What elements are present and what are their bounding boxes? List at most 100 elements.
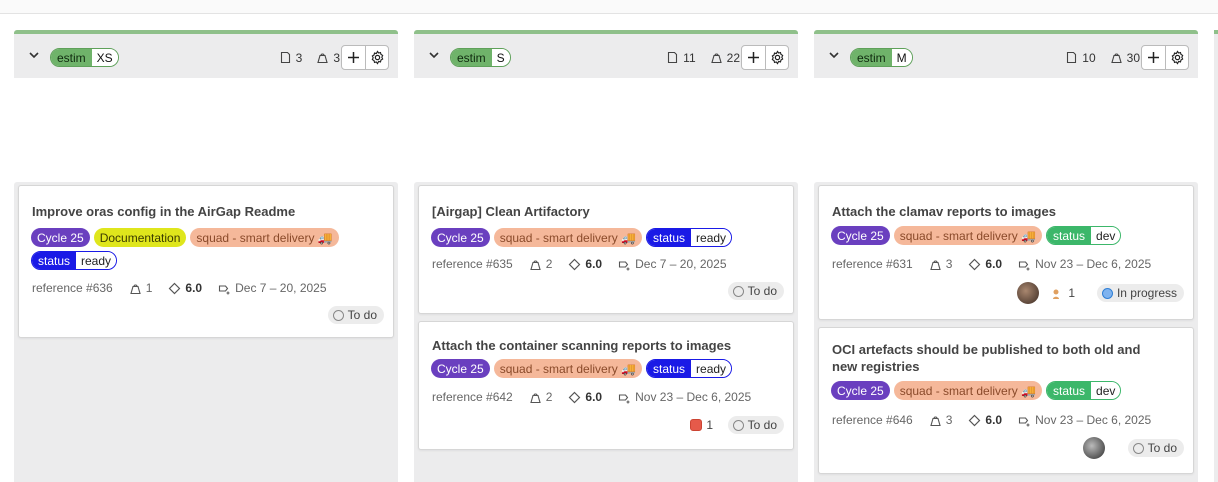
estim-scoped-label[interactable]: estim S	[450, 48, 511, 67]
column-settings-button[interactable]	[765, 46, 788, 69]
card-reference[interactable]: reference #646	[832, 413, 913, 427]
issue-count: 3	[295, 50, 303, 65]
plus-icon	[348, 52, 359, 63]
weight-icon	[530, 260, 541, 270]
chevron-down-icon[interactable]	[827, 48, 841, 62]
estimate-icon	[969, 414, 981, 426]
label-squad[interactable]: squad - smart delivery 🚚	[893, 381, 1043, 400]
column-stats: 11 22	[666, 48, 740, 67]
weight-icon	[317, 53, 329, 64]
estimate-icon	[169, 282, 181, 294]
label-squad[interactable]: squad - smart delivery 🚚	[493, 228, 643, 247]
label-status[interactable]: status ready	[646, 359, 733, 378]
issue-card[interactable]: Attach the clamav reports to images Cycl…	[818, 185, 1194, 320]
card-title[interactable]: OCI artefacts should be published to bot…	[832, 341, 1162, 375]
label-status-value: ready	[691, 360, 732, 377]
issue-icon	[280, 51, 290, 64]
board-column-partial	[1214, 30, 1218, 482]
add-issue-button[interactable]	[742, 46, 765, 69]
weight-total: 30	[1126, 50, 1140, 65]
card-meta: reference #636 1 6.0 Dec 7 – 20, 2025	[32, 281, 327, 295]
label-status-value: ready	[691, 229, 732, 246]
weight-icon	[930, 260, 941, 270]
milestone-icon	[619, 393, 630, 403]
label-status-key: status	[1047, 382, 1092, 399]
board-column-m: estim M 10 30 Attach the clamav reports …	[814, 30, 1198, 482]
weight-icon	[130, 284, 141, 294]
card-status-badge[interactable]: To do	[727, 282, 784, 300]
column-header: estim XS 3 3	[14, 30, 398, 78]
blocked-indicator[interactable]: 1	[690, 418, 713, 432]
card-assignees[interactable]	[1083, 437, 1105, 459]
card-dates: Dec 7 – 20, 2025	[635, 257, 727, 271]
issue-card[interactable]: [Airgap] Clean Artifactory Cycle 25 squa…	[418, 185, 794, 314]
add-issue-button[interactable]	[1142, 46, 1165, 69]
label-cycle[interactable]: Cycle 25	[431, 228, 490, 247]
issue-card[interactable]: Improve oras config in the AirGap Readme…	[18, 185, 394, 338]
card-status-badge[interactable]: To do	[727, 416, 784, 434]
card-reference[interactable]: reference #636	[32, 281, 113, 295]
card-meta: reference #635 2 6.0 Dec 7 – 20, 2025	[432, 257, 727, 271]
issue-icon	[1067, 51, 1077, 64]
card-weight: 3	[945, 413, 953, 427]
card-status-badge[interactable]: To do	[327, 306, 384, 324]
card-labels: Cycle 25 squad - smart delivery 🚚 status…	[831, 226, 1181, 245]
card-meta: reference #631 3 6.0 Nov 23 – Dec 6, 202…	[832, 257, 1151, 271]
participants-icon	[1053, 289, 1060, 299]
estim-scoped-label[interactable]: estim M	[850, 48, 913, 67]
column-actions	[341, 45, 389, 70]
card-reference[interactable]: reference #631	[832, 257, 913, 271]
issue-count: 11	[683, 50, 696, 65]
board-column-s: estim S 11 22 [Airgap] Clean Artifactory…	[414, 30, 798, 482]
label-cycle[interactable]: Cycle 25	[831, 381, 890, 400]
label-status[interactable]: status ready	[646, 228, 733, 247]
estim-scoped-label[interactable]: estim XS	[50, 48, 119, 67]
card-title[interactable]: Attach the clamav reports to images	[832, 203, 1172, 220]
chevron-down-icon[interactable]	[27, 48, 41, 62]
issue-card[interactable]: Attach the container scanning reports to…	[418, 321, 794, 450]
weight-icon	[710, 53, 722, 64]
label-squad[interactable]: squad - smart delivery 🚚	[893, 226, 1043, 245]
card-title[interactable]: Attach the container scanning reports to…	[432, 337, 772, 354]
card-status-text: To do	[747, 418, 777, 432]
blocked-count: 1	[706, 418, 713, 432]
card-weight: 3	[945, 257, 953, 271]
estimate-icon	[569, 258, 581, 270]
card-status-badge[interactable]: In progress	[1096, 284, 1184, 302]
chevron-down-icon[interactable]	[427, 48, 441, 62]
column-actions	[741, 45, 789, 70]
card-title[interactable]: Improve oras config in the AirGap Readme	[32, 203, 372, 220]
card-assignees[interactable]: 1	[1017, 282, 1075, 304]
card-title[interactable]: [Airgap] Clean Artifactory	[432, 203, 772, 220]
card-dates: Nov 23 – Dec 6, 2025	[635, 390, 752, 404]
label-status[interactable]: status dev	[1046, 226, 1122, 245]
label-documentation[interactable]: Documentation	[93, 228, 187, 247]
card-reference[interactable]: reference #642	[432, 390, 513, 404]
card-status-badge[interactable]: To do	[1127, 439, 1184, 457]
avatar[interactable]	[1017, 282, 1040, 304]
card-estimate: 6.0	[585, 390, 603, 404]
card-labels: Cycle 25 squad - smart delivery 🚚 status…	[831, 381, 1181, 400]
column-stats: 3 3	[279, 48, 340, 67]
milestone-icon	[1019, 416, 1030, 426]
issue-count: 10	[1082, 50, 1096, 65]
issue-icon	[668, 51, 678, 64]
column-settings-button[interactable]	[1165, 46, 1188, 69]
add-issue-button[interactable]	[342, 46, 365, 69]
label-squad[interactable]: squad - smart delivery 🚚	[190, 228, 339, 247]
gear-icon	[771, 50, 783, 65]
card-status-text: To do	[747, 284, 777, 298]
label-cycle[interactable]: Cycle 25	[31, 228, 90, 247]
card-reference[interactable]: reference #635	[432, 257, 513, 271]
column-settings-button[interactable]	[365, 46, 388, 69]
label-status[interactable]: status dev	[1046, 381, 1122, 400]
label-squad[interactable]: squad - smart delivery 🚚	[493, 359, 643, 378]
label-status[interactable]: status ready	[31, 251, 118, 270]
avatar[interactable]	[1083, 437, 1105, 459]
issue-card[interactable]: OCI artefacts should be published to bot…	[818, 327, 1194, 474]
status-icon	[732, 285, 744, 297]
card-meta: reference #646 3 6.0 Nov 23 – Dec 6, 202…	[832, 413, 1151, 427]
label-cycle[interactable]: Cycle 25	[831, 226, 890, 245]
label-status-key: status	[1047, 227, 1092, 244]
label-cycle[interactable]: Cycle 25	[431, 359, 490, 378]
